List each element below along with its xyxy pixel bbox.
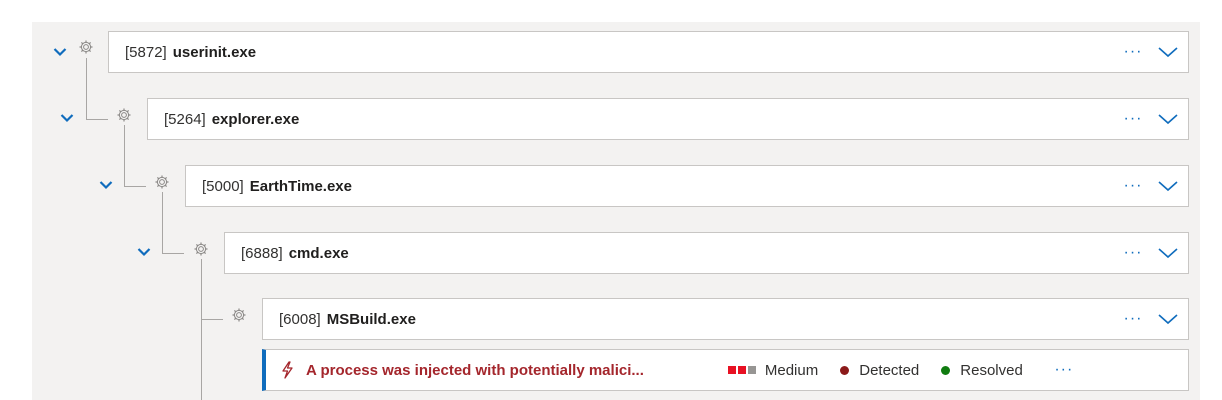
more-options-button[interactable]: ···	[1118, 178, 1148, 194]
tree-connector	[162, 253, 184, 254]
tree-connector	[124, 186, 146, 187]
detection-status: Detected	[840, 362, 919, 379]
severity-bar	[747, 366, 756, 374]
more-options-button[interactable]: ···	[1118, 111, 1148, 127]
lightning-bolt-icon	[280, 361, 296, 379]
expand-details-button[interactable]	[1148, 99, 1188, 139]
process-name: EarthTime.exe	[249, 177, 352, 195]
severity-bar	[737, 366, 746, 374]
tree-connector	[86, 119, 108, 120]
tree-connector	[162, 192, 163, 253]
more-options-button[interactable]: ···	[1118, 44, 1148, 60]
detected-status-dot	[840, 365, 850, 375]
process-name: explorer.exe	[211, 110, 300, 128]
alert-title[interactable]: A process was injected with potentially …	[306, 362, 644, 379]
collapse-toggle-userinit[interactable]	[50, 42, 70, 62]
collapse-toggle-explorer[interactable]	[57, 108, 77, 128]
process-tree: [5872] userinit.exe ··· [5264] explorer.…	[0, 0, 1222, 400]
process-pid: [5000]	[202, 177, 244, 195]
process-card-msbuild[interactable]: [6008] MSBuild.exe ···	[262, 298, 1189, 340]
severity-label: Medium	[764, 361, 819, 379]
collapse-toggle-earthtime[interactable]	[96, 175, 116, 195]
process-pid: [6888]	[241, 244, 283, 262]
expand-details-button[interactable]	[1148, 166, 1188, 206]
process-name: MSBuild.exe	[326, 310, 416, 328]
tree-connector	[86, 58, 87, 119]
tree-connector	[201, 259, 202, 400]
expand-details-button[interactable]	[1148, 233, 1188, 273]
alert-card[interactable]: A process was injected with potentially …	[262, 349, 1189, 391]
collapse-toggle-cmd[interactable]	[134, 242, 154, 262]
process-card-userinit[interactable]: [5872] userinit.exe ···	[108, 31, 1189, 73]
process-pid: [6008]	[279, 310, 321, 328]
process-name: cmd.exe	[288, 244, 349, 262]
chevron-down-icon	[1158, 47, 1178, 58]
process-card-earthtime[interactable]: [5000] EarthTime.exe ···	[185, 165, 1189, 207]
severity-indicator	[727, 366, 756, 374]
chevron-down-icon	[1158, 248, 1178, 259]
gear-icon	[115, 106, 133, 124]
expand-details-button[interactable]	[1148, 299, 1188, 339]
process-name: userinit.exe	[172, 43, 257, 61]
chevron-down-icon	[99, 181, 113, 190]
chevron-down-icon	[1158, 181, 1178, 192]
more-options-button[interactable]: ···	[1118, 245, 1148, 261]
tree-connector	[124, 125, 125, 186]
tree-connector	[201, 319, 223, 320]
severity-bar	[727, 366, 736, 374]
chevron-down-icon	[137, 248, 151, 257]
process-card-cmd[interactable]: [6888] cmd.exe ···	[224, 232, 1189, 274]
chevron-down-icon	[1158, 314, 1178, 325]
resolution-status-label: Resolved	[960, 361, 1023, 379]
detection-status-label: Detected	[859, 361, 920, 379]
chevron-down-icon	[1158, 114, 1178, 125]
chevron-down-icon	[60, 114, 74, 123]
gear-icon	[153, 173, 171, 191]
more-options-button[interactable]: ···	[1049, 362, 1079, 378]
gear-icon	[230, 306, 248, 324]
more-options-button[interactable]: ···	[1118, 311, 1148, 327]
process-card-explorer[interactable]: [5264] explorer.exe ···	[147, 98, 1189, 140]
resolution-status: Resolved	[941, 362, 1023, 379]
gear-icon	[192, 240, 210, 258]
chevron-down-icon	[53, 48, 67, 57]
resolved-status-dot	[941, 365, 951, 375]
process-pid: [5264]	[164, 110, 206, 128]
gear-icon	[77, 38, 95, 56]
expand-details-button[interactable]	[1148, 32, 1188, 72]
process-pid: [5872]	[125, 43, 167, 61]
